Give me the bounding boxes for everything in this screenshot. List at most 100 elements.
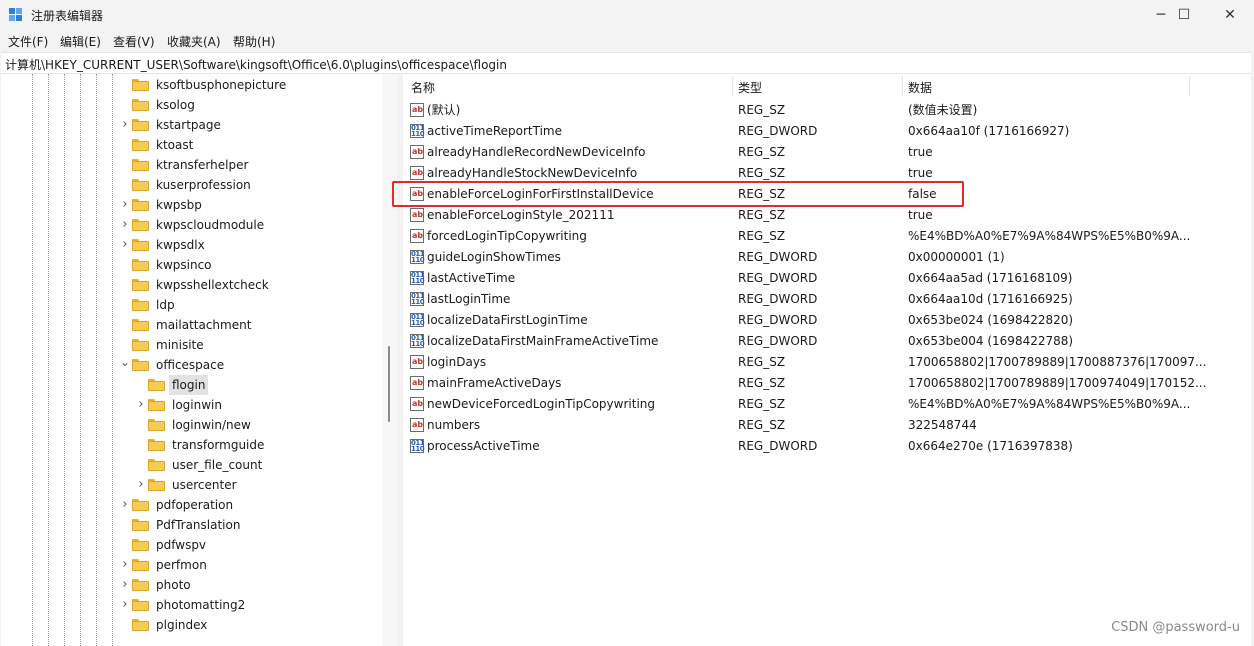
- chevron-right-icon[interactable]: ›: [120, 495, 130, 515]
- tree-item[interactable]: ksoftbusphonepicture: [1, 75, 381, 95]
- tree-item[interactable]: PdfTranslation: [1, 515, 381, 535]
- tree-item[interactable]: transformguide: [1, 435, 381, 455]
- tree-item[interactable]: kwpsshellextcheck: [1, 275, 381, 295]
- tree-item[interactable]: loginwin/new: [1, 415, 381, 435]
- window-title: 注册表编辑器: [31, 9, 104, 23]
- menu-favorites[interactable]: 收藏夹(A): [167, 33, 221, 50]
- value-type: REG_SZ: [738, 376, 786, 390]
- tree-item[interactable]: kuserprofession: [1, 175, 381, 195]
- chevron-right-icon[interactable]: ›: [120, 555, 130, 575]
- tree-item[interactable]: ktransferhelper: [1, 155, 381, 175]
- tree-item[interactable]: › pdfoperation: [1, 495, 381, 515]
- string-value-icon: ab: [410, 229, 424, 243]
- address-bar[interactable]: 计算机\HKEY_CURRENT_USER\Software\kingsoft\…: [1, 52, 1251, 74]
- tree-item[interactable]: › kwpsbp: [1, 195, 381, 215]
- value-row[interactable]: 011 110 localizeDataFirstLoginTime REG_DWOR…: [403, 310, 1251, 331]
- tree-item[interactable]: ktoast: [1, 135, 381, 155]
- tree-scrollbar-thumb[interactable]: [388, 346, 390, 422]
- value-name: mainFrameActiveDays: [427, 376, 562, 390]
- menu-file[interactable]: 文件(F): [8, 33, 48, 50]
- close-button[interactable]: ✕: [1207, 0, 1253, 30]
- value-row[interactable]: ab alreadyHandleRecordNewDeviceInfo REG_SZ…: [403, 142, 1251, 163]
- column-name[interactable]: 名称: [411, 79, 435, 96]
- value-data: true: [908, 145, 933, 159]
- value-row[interactable]: ab numbers REG_SZ 322548744: [403, 415, 1251, 436]
- tree-item[interactable]: user_file_count: [1, 455, 381, 475]
- values-list[interactable]: 名称 类型 数据 ab (默认) REG_SZ (数值未设置) 011 110 active…: [403, 74, 1251, 646]
- folder-icon: [132, 179, 149, 191]
- value-row[interactable]: ab mainFrameActiveDays REG_SZ 1700658802|17…: [403, 373, 1251, 394]
- binary-value-icon: 011 110: [410, 313, 425, 327]
- chevron-right-icon[interactable]: ›: [136, 395, 146, 415]
- menu-edit[interactable]: 编辑(E): [60, 33, 101, 50]
- tree-item[interactable]: ⌄ officespace: [1, 355, 381, 375]
- menu-help[interactable]: 帮助(H): [233, 33, 275, 50]
- tree-item[interactable]: ldp: [1, 295, 381, 315]
- column-header: 名称 类型 数据: [403, 74, 1251, 98]
- tree-item[interactable]: › kstartpage: [1, 115, 381, 135]
- value-row[interactable]: 011 110 lastActiveTime REG_DWORD 0x664aa5ad …: [403, 268, 1251, 289]
- value-name: alreadyHandleRecordNewDeviceInfo: [427, 145, 646, 159]
- tree-item[interactable]: ksolog: [1, 95, 381, 115]
- column-divider[interactable]: [902, 76, 903, 96]
- column-data[interactable]: 数据: [908, 79, 932, 96]
- value-name: newDeviceForcedLoginTipCopywriting: [427, 397, 655, 411]
- address-path[interactable]: 计算机\HKEY_CURRENT_USER\Software\kingsoft\…: [5, 56, 507, 73]
- tree-scrollbar[interactable]: [382, 74, 397, 646]
- folder-icon: [132, 599, 149, 611]
- tree-item[interactable]: kwpsinco: [1, 255, 381, 275]
- chevron-right-icon[interactable]: ›: [120, 235, 130, 255]
- tree-item[interactable]: › perfmon: [1, 555, 381, 575]
- value-row[interactable]: 011 110 processActiveTime REG_DWORD 0x664e27…: [403, 436, 1251, 457]
- tree-item-label: kwpsshellextcheck: [156, 278, 269, 292]
- highlight-box: [392, 181, 964, 207]
- value-type: REG_DWORD: [738, 439, 818, 453]
- tree-item[interactable]: flogin: [1, 375, 381, 395]
- folder-icon: [132, 299, 149, 311]
- column-divider[interactable]: [732, 76, 733, 96]
- tree-item[interactable]: › usercenter: [1, 475, 381, 495]
- tree-item[interactable]: › kwpscloudmodule: [1, 215, 381, 235]
- chevron-right-icon[interactable]: ›: [120, 115, 130, 135]
- value-name: numbers: [427, 418, 481, 432]
- column-divider[interactable]: [1189, 76, 1190, 96]
- value-row[interactable]: 011 110 activeTimeReportTime REG_DWORD 0x664…: [403, 121, 1251, 142]
- value-row[interactable]: 011 110 guideLoginShowTimes REG_DWORD 0x0000…: [403, 247, 1251, 268]
- tree-item[interactable]: minisite: [1, 335, 381, 355]
- chevron-right-icon[interactable]: ›: [120, 215, 130, 235]
- value-data: 1700658802|1700789889|1700974049|170152.…: [908, 376, 1207, 390]
- folder-icon: [132, 279, 149, 291]
- chevron-down-icon[interactable]: ⌄: [120, 352, 130, 372]
- chevron-right-icon[interactable]: ›: [120, 195, 130, 215]
- tree-item[interactable]: › loginwin: [1, 395, 381, 415]
- value-row[interactable]: ab loginDays REG_SZ 1700658802|1700789889|1…: [403, 352, 1251, 373]
- tree-item[interactable]: mailattachment: [1, 315, 381, 335]
- value-row[interactable]: ab (默认) REG_SZ (数值未设置): [403, 100, 1251, 121]
- value-row[interactable]: ab newDeviceForcedLoginTipCopywriting REG_…: [403, 394, 1251, 415]
- tree-item[interactable]: › photomatting2: [1, 595, 381, 615]
- value-row[interactable]: 011 110 lastLoginTime REG_DWORD 0x664aa10d (…: [403, 289, 1251, 310]
- tree-item-label: minisite: [156, 338, 204, 352]
- chevron-right-icon[interactable]: ›: [120, 595, 130, 615]
- tree-item-label: kwpsbp: [156, 198, 202, 212]
- key-tree[interactable]: ksoftbusphonepicture ksolog › kstartpage kto…: [1, 74, 397, 646]
- tree-item[interactable]: › kwpsdlx: [1, 235, 381, 255]
- column-type[interactable]: 类型: [738, 79, 762, 96]
- registry-editor-icon: [9, 8, 23, 22]
- chevron-right-icon[interactable]: ›: [136, 475, 146, 495]
- value-row[interactable]: 011 110 localizeDataFirstMainFrameActiveTi…: [403, 331, 1251, 352]
- tree-item-label: flogin: [169, 375, 209, 395]
- menu-view[interactable]: 查看(V): [113, 33, 155, 50]
- tree-item[interactable]: › photo: [1, 575, 381, 595]
- value-row[interactable]: ab enableForceLoginStyle_202111 REG_SZ true: [403, 205, 1251, 226]
- folder-icon: [148, 439, 165, 451]
- tree-item[interactable]: plgindex: [1, 615, 381, 635]
- value-row[interactable]: ab forcedLoginTipCopywriting REG_SZ %E4%BD%…: [403, 226, 1251, 247]
- folder-icon: [148, 399, 165, 411]
- chevron-right-icon[interactable]: ›: [120, 575, 130, 595]
- value-name: guideLoginShowTimes: [427, 250, 561, 264]
- value-data: true: [908, 208, 933, 222]
- tree-item[interactable]: pdfwspv: [1, 535, 381, 555]
- maximize-button[interactable]: ☐: [1161, 0, 1207, 30]
- tree-item-label: usercenter: [172, 478, 237, 492]
